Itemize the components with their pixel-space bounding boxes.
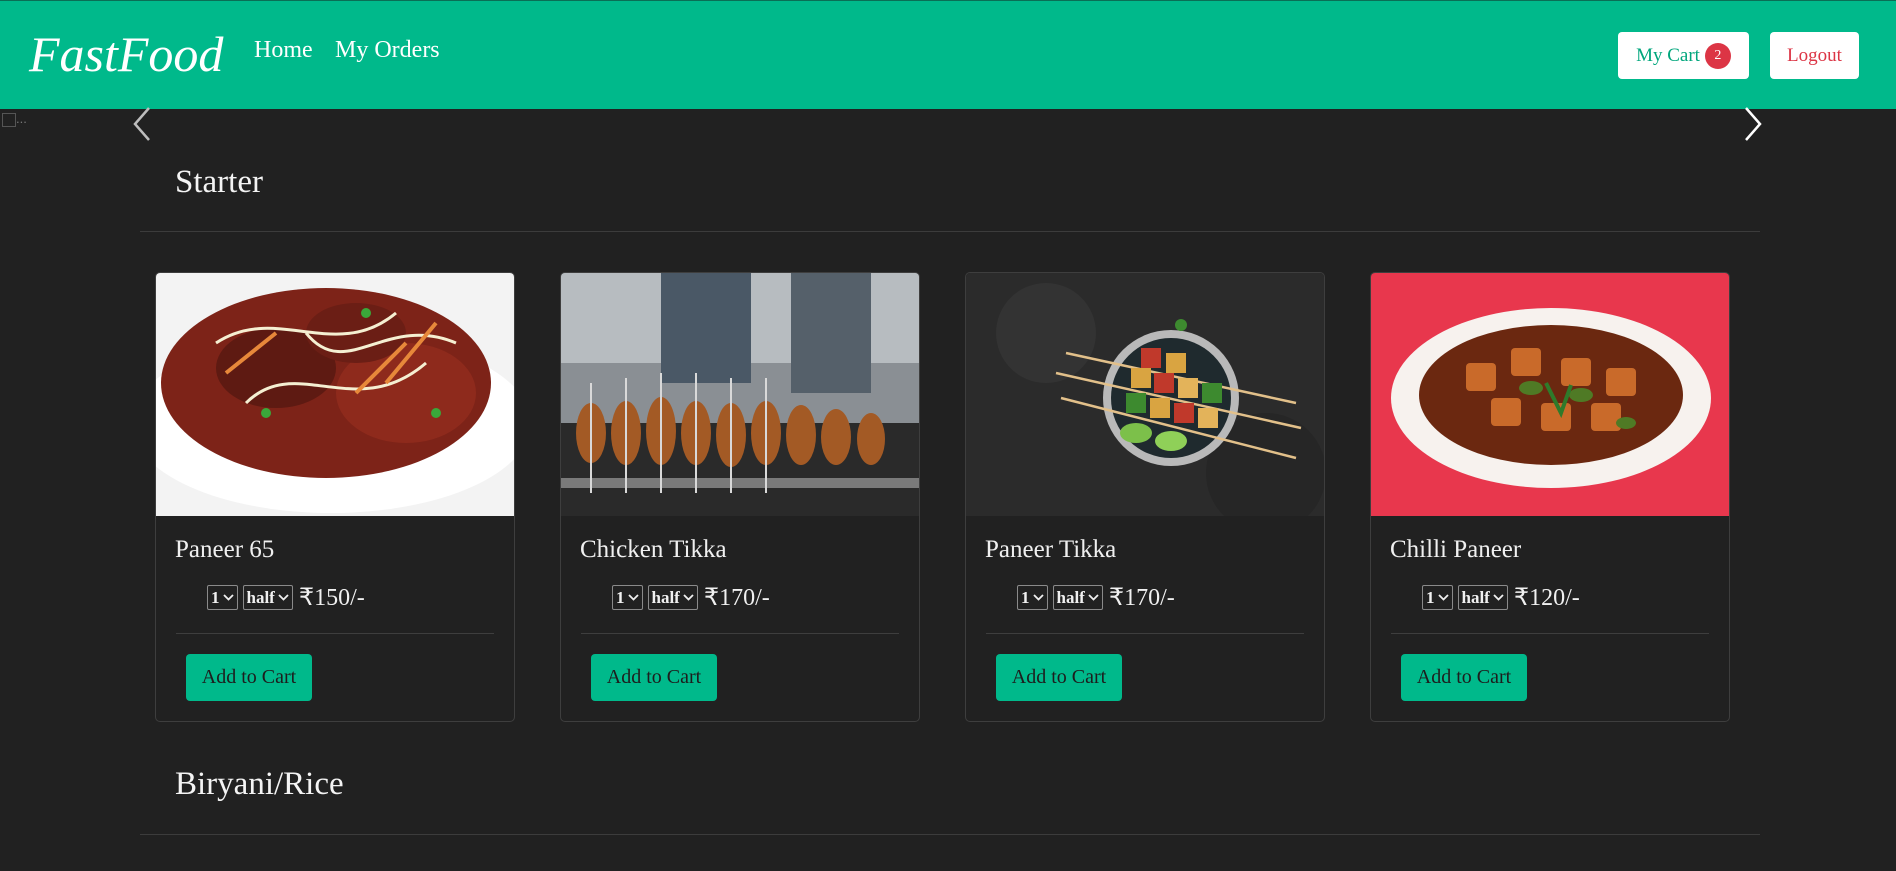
section-divider <box>140 834 1760 835</box>
quantity-select[interactable]: 1 <box>1422 585 1453 610</box>
my-cart-button[interactable]: My Cart 2 <box>1618 32 1749 79</box>
card-divider <box>581 633 899 634</box>
brand-logo[interactable]: FastFood <box>29 25 223 83</box>
card-divider <box>1391 633 1709 634</box>
section-title-biryani-rice: Biryani/Rice <box>175 766 344 802</box>
food-name: Paneer Tikka <box>985 536 1117 563</box>
food-name: Chicken Tikka <box>580 536 727 563</box>
food-price: ₹120/- <box>1513 585 1580 611</box>
food-options: 1 half ₹170/- <box>1017 583 1175 612</box>
quantity-value: 1 <box>211 587 220 607</box>
size-select[interactable]: half <box>1457 585 1508 610</box>
chevron-down-icon <box>222 594 234 601</box>
broken-image-icon <box>2 112 16 127</box>
chevron-down-icon <box>1032 594 1044 601</box>
size-select[interactable]: half <box>242 585 293 610</box>
food-name: Paneer 65 <box>175 536 275 563</box>
food-name: Chilli Paneer <box>1390 536 1522 563</box>
food-card: Paneer 65 1 half ₹150/- Add to Cart <box>155 272 515 722</box>
section-divider <box>140 231 1760 232</box>
size-select[interactable]: half <box>647 585 698 610</box>
food-card: Chicken Tikka 1 half ₹170/- Add to Cart <box>560 272 920 722</box>
add-to-cart-button[interactable]: Add to Cart <box>1401 654 1527 701</box>
chevron-down-icon <box>1437 594 1449 601</box>
carousel-next-button[interactable] <box>1743 106 1763 146</box>
nav-link-my-orders[interactable]: My Orders <box>335 37 440 64</box>
carousel-image-alt: ... <box>16 111 27 126</box>
add-to-cart-button[interactable]: Add to Cart <box>186 654 312 701</box>
carousel-prev-button[interactable] <box>132 106 152 146</box>
my-cart-label: My Cart <box>1636 44 1700 66</box>
size-value: half <box>1056 587 1085 607</box>
navbar: FastFood Home My Orders My Cart 2 Logout <box>0 0 1896 109</box>
section-title-starter: Starter <box>175 164 263 200</box>
quantity-select[interactable]: 1 <box>207 585 238 610</box>
card-divider <box>986 633 1304 634</box>
chevron-left-icon <box>133 107 150 141</box>
logout-button[interactable]: Logout <box>1770 32 1859 79</box>
quantity-value: 1 <box>1426 587 1435 607</box>
nav-link-home[interactable]: Home <box>254 37 313 64</box>
food-options: 1 half ₹150/- <box>207 583 365 612</box>
add-to-cart-button[interactable]: Add to Cart <box>996 654 1122 701</box>
food-price: ₹170/- <box>703 585 770 611</box>
quantity-select[interactable]: 1 <box>1017 585 1048 610</box>
cart-count-badge: 2 <box>1704 42 1731 69</box>
size-value: half <box>246 587 275 607</box>
food-image-paneer-tikka <box>966 273 1324 516</box>
food-options: 1 half ₹120/- <box>1422 583 1580 612</box>
size-value: half <box>1461 587 1490 607</box>
chevron-down-icon <box>278 594 289 601</box>
chevron-right-icon <box>1745 107 1762 141</box>
food-image-paneer-65 <box>156 273 514 516</box>
quantity-value: 1 <box>616 587 625 607</box>
food-options: 1 half ₹170/- <box>612 583 770 612</box>
add-to-cart-button[interactable]: Add to Cart <box>591 654 717 701</box>
chevron-down-icon <box>1493 594 1504 601</box>
food-card: Paneer Tikka 1 half ₹170/- Add to Cart <box>965 272 1325 722</box>
food-image-chicken-tikka <box>561 273 919 516</box>
chevron-down-icon <box>627 594 639 601</box>
chevron-down-icon <box>1088 594 1099 601</box>
chevron-down-icon <box>683 594 694 601</box>
size-value: half <box>651 587 680 607</box>
food-price: ₹170/- <box>1108 585 1175 611</box>
size-select[interactable]: half <box>1052 585 1103 610</box>
quantity-select[interactable]: 1 <box>612 585 643 610</box>
carousel-broken-image: ... <box>2 111 34 133</box>
quantity-value: 1 <box>1021 587 1030 607</box>
food-price: ₹150/- <box>298 585 365 611</box>
card-divider <box>176 633 494 634</box>
food-image-chilli-paneer <box>1371 273 1729 516</box>
food-card: Chilli Paneer 1 half ₹120/- Add to Cart <box>1370 272 1730 722</box>
